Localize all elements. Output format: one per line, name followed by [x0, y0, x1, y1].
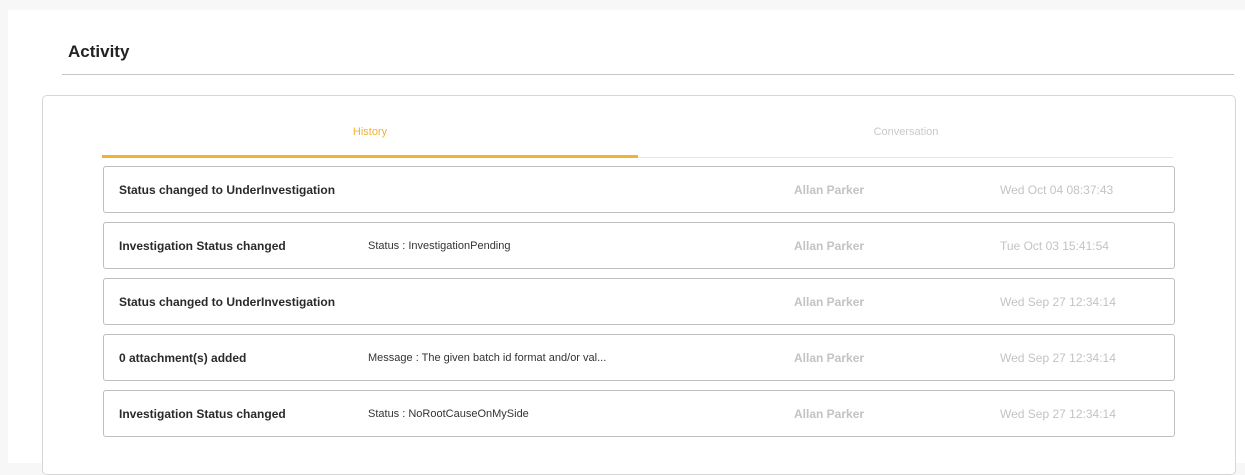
activity-panel: Activity History Conversation Status cha…	[8, 10, 1245, 475]
history-title: Investigation Status changed	[119, 239, 286, 253]
history-row[interactable]: Status changed to UnderInvestigation All…	[103, 166, 1175, 213]
history-title: 0 attachment(s) added	[119, 351, 247, 365]
activity-tabs: History Conversation	[102, 116, 1173, 158]
history-row[interactable]: Investigation Status changed Status : In…	[103, 222, 1175, 269]
history-title: Status changed to UnderInvestigation	[119, 295, 336, 309]
history-detail: Message : The given batch id format and/…	[368, 352, 607, 364]
history-time: Wed Sep 27 12:34:14	[1000, 407, 1116, 421]
history-time: Wed Sep 27 12:34:14	[1000, 295, 1116, 309]
history-user: Allan Parker	[794, 351, 865, 365]
history-title: Investigation Status changed	[119, 407, 286, 421]
tab-history[interactable]: History	[102, 116, 638, 158]
history-user: Allan Parker	[794, 183, 865, 197]
history-row[interactable]: 0 attachment(s) added Message : The give…	[103, 334, 1175, 381]
tab-conversation[interactable]: Conversation	[638, 116, 1174, 157]
history-time: Tue Oct 03 15:41:54	[1000, 239, 1109, 253]
history-row[interactable]: Status changed to UnderInvestigation All…	[103, 278, 1175, 325]
history-detail: Status : NoRootCauseOnMySide	[368, 408, 529, 420]
history-time: Wed Oct 04 08:37:43	[1000, 183, 1114, 197]
history-time: Wed Sep 27 12:34:14	[1000, 351, 1116, 365]
history-user: Allan Parker	[794, 295, 865, 309]
history-user: Allan Parker	[794, 407, 865, 421]
activity-card: History Conversation Status changed to U…	[42, 95, 1236, 475]
section-title: Activity	[68, 42, 130, 61]
history-user: Allan Parker	[794, 239, 865, 253]
history-list: Status changed to UnderInvestigation All…	[103, 166, 1175, 446]
history-title: Status changed to UnderInvestigation	[119, 183, 336, 197]
history-detail: Status : InvestigationPending	[368, 240, 511, 252]
title-divider	[62, 74, 1234, 75]
history-row[interactable]: Investigation Status changed Status : No…	[103, 390, 1175, 437]
